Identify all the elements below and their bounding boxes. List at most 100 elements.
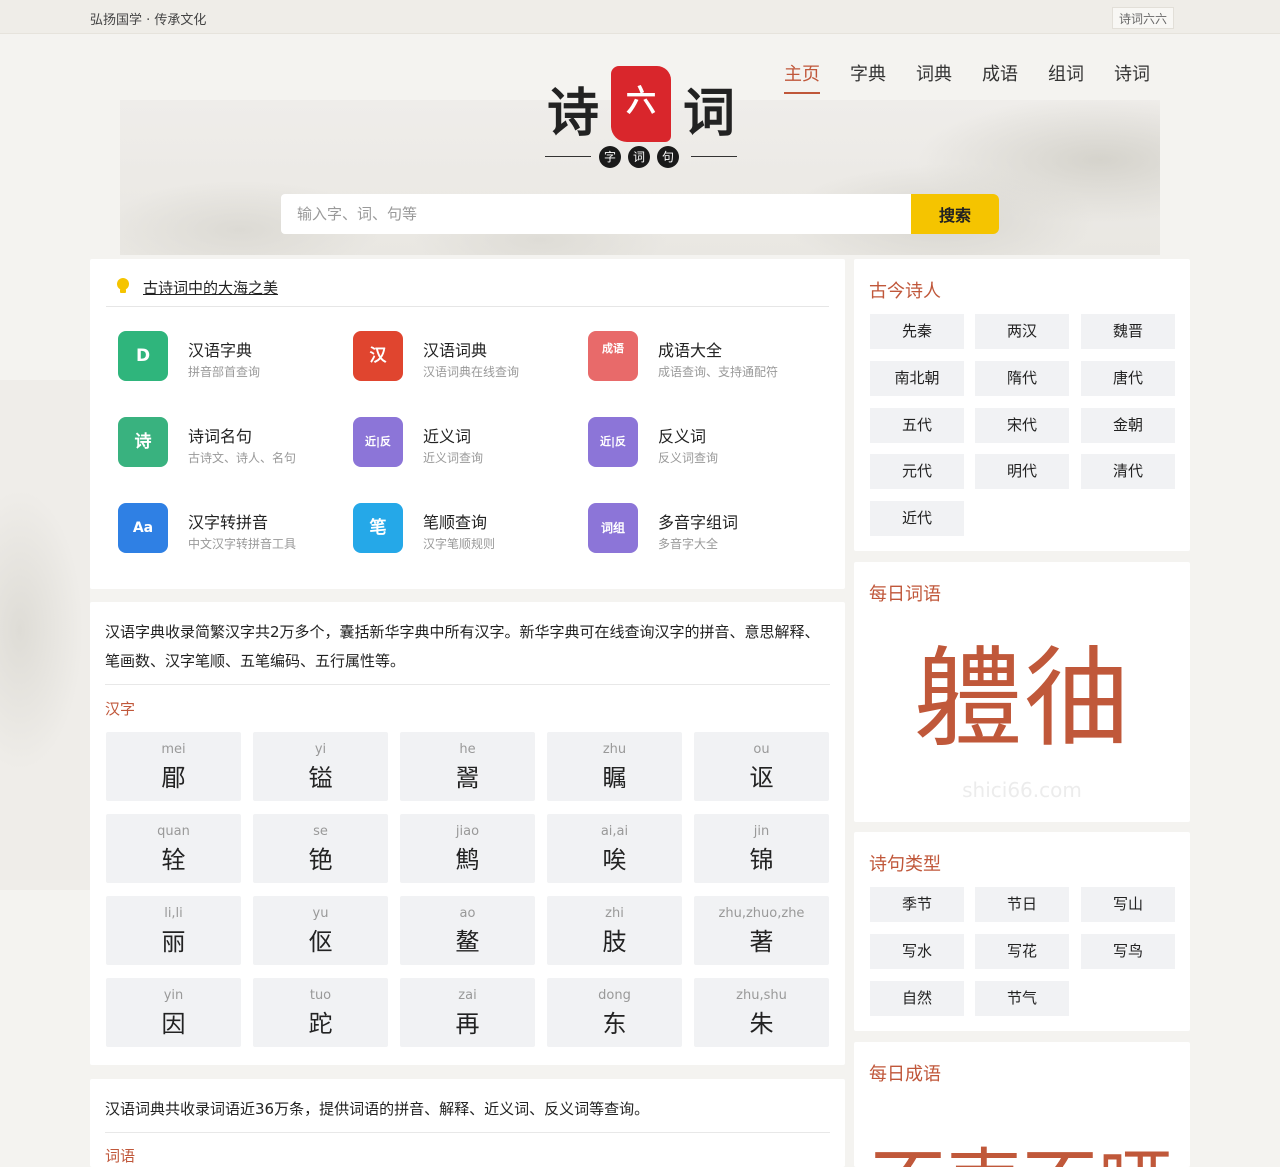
- tool-desc: 汉语词典在线查询: [423, 365, 520, 379]
- hanzi-pinyin: jiao: [455, 824, 480, 839]
- daily-idiom-card: 每日成语 不声不哑: [854, 1042, 1190, 1167]
- daily-word-title: 每日词语: [869, 584, 941, 605]
- hanzi-item[interactable]: jiao 鹪: [400, 814, 535, 883]
- tool-desc: 古诗文、诗人、名句: [188, 451, 297, 465]
- dynasty-tag[interactable]: 南北朝: [870, 361, 964, 396]
- nav-word-dictionary[interactable]: 词典: [916, 62, 952, 94]
- tool-famous-lines[interactable]: 诗 诗词名句 古诗文、诗人、名句: [118, 417, 348, 471]
- hanzi-item[interactable]: quan 辁: [106, 814, 241, 883]
- dynasty-tag[interactable]: 隋代: [975, 361, 1069, 396]
- hanzi-item[interactable]: yi 镒: [253, 732, 388, 801]
- tool-stroke-order[interactable]: 笔 笔顺查询 汉字笔顺规则: [353, 503, 583, 557]
- dynasty-tag[interactable]: 两汉: [975, 314, 1069, 349]
- poem-type-tag[interactable]: 节气: [975, 981, 1069, 1016]
- poem-type-tag[interactable]: 写花: [975, 934, 1069, 969]
- hanzi-item[interactable]: zhi 肢: [547, 896, 682, 965]
- daily-idiom[interactable]: 不声不哑: [864, 1127, 1180, 1167]
- daily-word[interactable]: 軆㣙: [854, 640, 1190, 760]
- tool-hanzi-dictionary[interactable]: D 汉语字典 拼音部首查询: [118, 331, 348, 385]
- dynasty-tag[interactable]: 明代: [975, 454, 1069, 489]
- tools-card: 古诗词中的大海之美 D 汉语字典 拼音部首查询 汉 汉语词典 汉语词典在线查询 …: [90, 259, 845, 589]
- nav-poetry[interactable]: 诗词: [1114, 62, 1150, 94]
- hanzi-pinyin: dong: [598, 988, 631, 1003]
- site-watermark: shici66.com: [962, 778, 1082, 802]
- hanzi-item[interactable]: jin 锦: [694, 814, 829, 883]
- hanzi-item[interactable]: tuo 跎: [253, 978, 388, 1047]
- search-button[interactable]: 搜索: [911, 194, 999, 234]
- dynasty-tag[interactable]: 宋代: [975, 408, 1069, 443]
- hanzi-item[interactable]: zhu 瞩: [547, 732, 682, 801]
- dynasty-tag[interactable]: 魏晋: [1081, 314, 1175, 349]
- tool-name: 汉语词典: [423, 341, 488, 360]
- tool-idioms[interactable]: 成语 成语大全 成语查询、支持通配符: [588, 331, 818, 385]
- hanzi-pinyin: yin: [163, 988, 184, 1003]
- hanzi-item[interactable]: dong 东: [547, 978, 682, 1047]
- synonym-icon: 近|反: [353, 417, 403, 467]
- poem-types-card: 诗句类型 季节 节日 写山 写水 写花 写鸟 自然 节气: [854, 832, 1190, 1031]
- hanzi-item[interactable]: ao 鳌: [400, 896, 535, 965]
- hanzi-char: 因: [161, 1010, 186, 1038]
- nav-dictionary[interactable]: 字典: [850, 62, 886, 94]
- poem-type-tag[interactable]: 写山: [1081, 887, 1175, 922]
- hanzi-pinyin: zhu,shu: [736, 988, 787, 1003]
- site-logo[interactable]: 诗 六 词 字 词 句: [545, 64, 745, 174]
- poem-type-tag[interactable]: 写水: [870, 934, 964, 969]
- brush-icon: 笔: [353, 503, 403, 553]
- dynasty-tag[interactable]: 清代: [1081, 454, 1175, 489]
- hanzi-item[interactable]: zhu,zhuo,zhe 著: [694, 896, 829, 965]
- tool-word-dictionary[interactable]: 汉 汉语词典 汉语词典在线查询: [353, 331, 583, 385]
- tool-name: 多音字组词: [658, 513, 739, 532]
- logo-char-ci: 词: [683, 83, 736, 144]
- hanzi-char: 鹪: [455, 846, 480, 874]
- hanzi-item[interactable]: yu 伛: [253, 896, 388, 965]
- dynasty-tag[interactable]: 先秦: [870, 314, 964, 349]
- dynasty-tag[interactable]: 近代: [870, 501, 964, 536]
- poem-type-tag[interactable]: 写鸟: [1081, 934, 1175, 969]
- poets-card: 古今诗人 先秦 两汉 魏晋 南北朝 隋代 唐代 五代 宋代 金朝 元代 明代 清…: [854, 259, 1190, 551]
- tool-pinyin-convert[interactable]: Aa 汉字转拼音 中文汉字转拼音工具: [118, 503, 348, 557]
- tool-polyphonic[interactable]: 词组 多音字组词 多音字大全: [588, 503, 818, 557]
- background-landscape-left: [0, 380, 90, 890]
- dynasty-tag[interactable]: 唐代: [1081, 361, 1175, 396]
- hanzi-item[interactable]: mei 郿: [106, 732, 241, 801]
- poem-type-tag[interactable]: 季节: [870, 887, 964, 922]
- logo-line-right: [691, 156, 737, 157]
- dynasty-tag[interactable]: 五代: [870, 408, 964, 443]
- hanzi-pinyin: se: [313, 824, 328, 839]
- site-brand-link[interactable]: 诗词六六: [1112, 7, 1175, 29]
- nav-idioms[interactable]: 成语: [982, 62, 1018, 94]
- notice-link[interactable]: 古诗词中的大海之美: [143, 277, 278, 298]
- tool-synonyms[interactable]: 近|反 近义词 近义词查询: [353, 417, 583, 471]
- logo-red-seal: 六: [611, 66, 671, 142]
- poem-type-tag[interactable]: 自然: [870, 981, 964, 1016]
- tool-antonyms[interactable]: 近|反 反义词 反义词查询: [588, 417, 818, 471]
- hanzi-char: 朱: [749, 1010, 774, 1038]
- hanzi-section-title: 汉字: [105, 700, 136, 718]
- hanzi-pinyin: zhu,zhuo,zhe: [718, 906, 805, 921]
- nav-word-groups[interactable]: 组词: [1048, 62, 1084, 94]
- hanzi-item[interactable]: se 铯: [253, 814, 388, 883]
- tool-desc: 反义词查询: [658, 451, 719, 465]
- hanzi-item[interactable]: li,li 丽: [106, 896, 241, 965]
- nav-home[interactable]: 主页: [784, 62, 820, 94]
- daily-word-card: 每日词语 軆㣙 shici66.com: [854, 562, 1190, 822]
- hanzi-char: 著: [749, 928, 774, 956]
- hanzi-item[interactable]: ou 讴: [694, 732, 829, 801]
- hanzi-char: 翯: [455, 764, 480, 792]
- dynasty-tag[interactable]: 金朝: [1081, 408, 1175, 443]
- hanzi-item[interactable]: zai 再: [400, 978, 535, 1047]
- hanzi-item[interactable]: he 翯: [400, 732, 535, 801]
- hanzi-item[interactable]: zhu,shu 朱: [694, 978, 829, 1047]
- logo-badge-zi: 字: [599, 146, 621, 168]
- site-slogan: 弘扬国学 · 传承文化: [90, 13, 207, 28]
- poetry-book-icon: 诗: [118, 417, 168, 467]
- dynasty-tag[interactable]: 元代: [870, 454, 964, 489]
- poem-type-tag[interactable]: 节日: [975, 887, 1069, 922]
- hanzi-pinyin: yi: [314, 742, 327, 757]
- tool-desc: 成语查询、支持通配符: [658, 365, 779, 379]
- hanzi-char: 唉: [602, 846, 627, 874]
- search-input[interactable]: [281, 194, 911, 234]
- hanzi-item[interactable]: ai,ai 唉: [547, 814, 682, 883]
- hanzi-item[interactable]: yin 因: [106, 978, 241, 1047]
- hanzi-card: 汉语字典收录简繁汉字共2万多个，囊括新华字典中所有汉字。新华字典可在线查询汉字的…: [90, 602, 845, 1065]
